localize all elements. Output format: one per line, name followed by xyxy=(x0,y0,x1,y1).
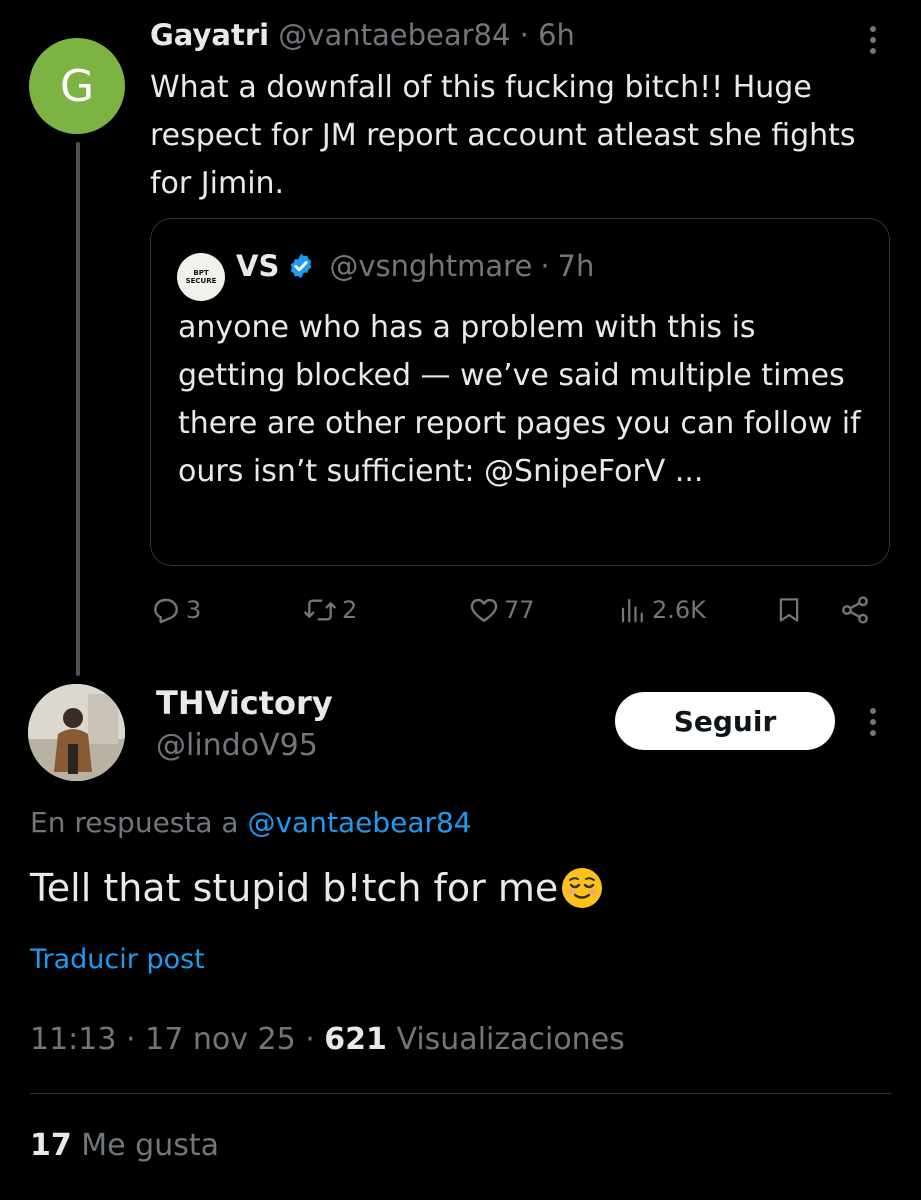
likes-label: Me gusta xyxy=(81,1128,220,1163)
tweet-meta: 11:13 · 17 nov 25 · 621 Visualizaciones xyxy=(30,1022,625,1057)
tweet-header: Gayatri @vantaebear84 · 6h xyxy=(150,18,575,52)
like-count: 77 xyxy=(504,596,535,624)
reply-icon xyxy=(154,598,178,624)
repost-icon xyxy=(304,599,336,621)
reply-context: En respuesta a @vantaebear84 xyxy=(30,806,472,839)
author-handle[interactable]: @vantaebear84 xyxy=(278,18,510,52)
separator: · xyxy=(519,18,529,52)
reply-handle-link[interactable]: @vantaebear84 xyxy=(247,806,471,839)
more-options-icon[interactable] xyxy=(868,26,878,59)
like-button[interactable]: 77 xyxy=(468,588,535,632)
quote-author-handle[interactable]: @vsnghtmare xyxy=(329,249,532,283)
analytics-icon xyxy=(621,598,643,623)
reply-prefix: En respuesta a xyxy=(30,806,239,839)
profile-photo xyxy=(28,684,125,781)
more-options-icon[interactable] xyxy=(868,708,878,741)
relieved-face-icon xyxy=(562,868,603,908)
quote-avatar[interactable]: BPT SECURE xyxy=(177,253,225,301)
bookmark-button[interactable] xyxy=(774,588,808,632)
author-name[interactable]: THVictory xyxy=(156,684,333,722)
tweet-time[interactable]: 6h xyxy=(538,18,575,52)
follow-button[interactable]: Seguir xyxy=(615,692,835,750)
view-count: 2.6K xyxy=(652,596,706,624)
reply-button[interactable]: 3 xyxy=(150,588,201,632)
tweet-text-content: Tell that stupid b!tch for me xyxy=(30,866,559,910)
quote-text: anyone who has a problem with this is ge… xyxy=(178,310,861,489)
tweet-text: Tell that stupid b!tch for me xyxy=(30,866,604,910)
avatar-letter: G xyxy=(59,60,95,112)
views-count: 621 xyxy=(324,1022,387,1057)
thread-line xyxy=(76,142,80,676)
translate-post-link[interactable]: Traducir post xyxy=(30,944,205,975)
tweet-time[interactable]: 11:13 xyxy=(30,1022,116,1057)
author-handle[interactable]: @lindoV95 xyxy=(156,728,318,763)
tweet-text: What a downfall of this fucking bitch!! … xyxy=(150,70,856,201)
verified-badge-icon xyxy=(291,253,312,279)
tweet-date[interactable]: 17 nov 25 xyxy=(145,1022,296,1057)
share-icon xyxy=(842,596,868,624)
likes-count: 17 xyxy=(30,1128,72,1163)
repost-button[interactable]: 2 xyxy=(302,588,357,632)
avatar[interactable]: G xyxy=(29,38,125,134)
heart-icon xyxy=(470,598,498,622)
separator: · xyxy=(540,249,550,283)
likes-summary[interactable]: 17 Me gusta xyxy=(30,1128,219,1163)
reply-count: 3 xyxy=(186,596,202,624)
divider xyxy=(30,1093,891,1094)
author-name[interactable]: Gayatri xyxy=(150,18,269,52)
quote-author-name[interactable]: VS xyxy=(236,249,279,283)
views-button[interactable]: 2.6K xyxy=(618,588,706,632)
repost-count: 2 xyxy=(342,596,358,624)
quote-time[interactable]: 7h xyxy=(558,249,595,283)
views-label: Visualizaciones xyxy=(396,1022,625,1057)
avatar[interactable] xyxy=(28,684,125,781)
bookmark-icon xyxy=(779,598,799,622)
share-button[interactable] xyxy=(838,588,876,632)
separator: · xyxy=(126,1022,136,1057)
separator: · xyxy=(305,1022,315,1057)
quote-header: VS @vsnghtmare · 7h xyxy=(236,249,594,283)
